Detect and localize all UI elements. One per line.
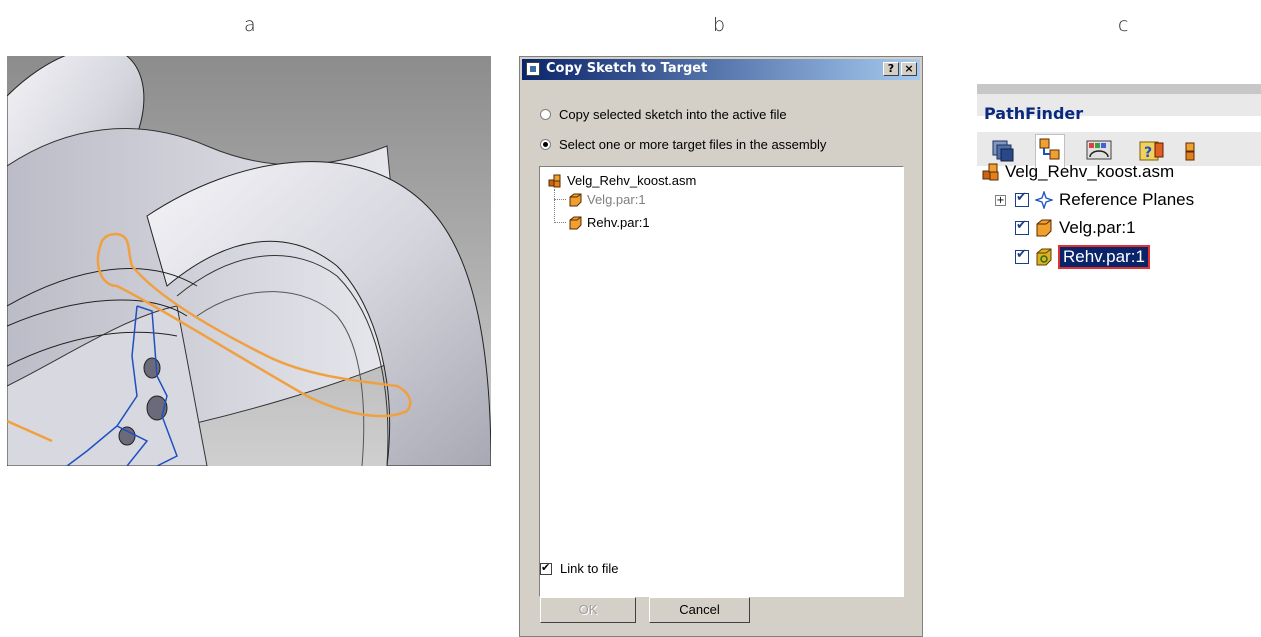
copy-sketch-dialog: Copy Sketch to Target ? × Copy selected …	[519, 56, 923, 637]
radio-copy-active[interactable]	[540, 109, 551, 120]
pf-item-velg[interactable]: Velg.par:1	[1015, 218, 1136, 238]
pf-tree-root-label: Velg_Rehv_koost.asm	[1005, 162, 1175, 181]
tab-help[interactable]: ?	[1137, 137, 1165, 165]
dialog-app-icon	[526, 62, 540, 76]
svg-text:?: ?	[1144, 145, 1152, 161]
reference-planes-icon	[1035, 191, 1053, 209]
parts-icon	[1185, 142, 1195, 161]
dialog-title: Copy Sketch to Target	[546, 61, 708, 76]
panel-label-c: c	[1118, 14, 1129, 36]
dialog-titlebar[interactable]: Copy Sketch to Target ? ×	[522, 59, 920, 80]
tree-root[interactable]: Velg_Rehv_koost.asm	[548, 173, 696, 188]
tree-item-rehv-label: Rehv.par:1	[587, 215, 650, 230]
tree-item-velg-label: Velg.par:1	[587, 192, 646, 207]
tree-item-rehv[interactable]: Rehv.par:1	[568, 215, 650, 230]
pf-item-reference-planes-label: Reference Planes	[1059, 190, 1195, 209]
option-select-targets-label: Select one or more target files in the a…	[559, 137, 827, 152]
part-icon	[1036, 219, 1052, 237]
tree-item-velg[interactable]: Velg.par:1	[568, 192, 646, 207]
tab-assembly[interactable]	[990, 137, 1018, 165]
panel-label-a: a	[244, 14, 256, 36]
pathfinder-tabs	[977, 132, 1261, 166]
tab-more[interactable]	[1183, 137, 1211, 165]
close-button[interactable]: ×	[901, 62, 917, 76]
cancel-button[interactable]: Cancel	[649, 597, 750, 623]
link-to-file-option[interactable]: Link to file	[540, 561, 619, 576]
tree-root-label: Velg_Rehv_koost.asm	[567, 173, 697, 188]
link-to-file-label: Link to file	[560, 561, 619, 576]
assembly-icon	[548, 174, 561, 187]
pf-item-rehv-label: Rehv.par:1	[1058, 245, 1150, 269]
pf-checkbox-reference-planes[interactable]	[1015, 190, 1029, 207]
cad-viewport[interactable]	[7, 56, 491, 466]
assembly-icon	[982, 163, 999, 181]
help-button[interactable]: ?	[883, 62, 899, 76]
pf-tree-root[interactable]: Velg_Rehv_koost.asm	[982, 162, 1174, 182]
active-part-icon	[1036, 248, 1052, 266]
pf-item-velg-label: Velg.par:1	[1059, 218, 1136, 237]
help-icon: ?	[1139, 141, 1164, 161]
layers-icon	[992, 140, 1014, 162]
option-copy-active[interactable]: Copy selected sketch into the active fil…	[540, 107, 787, 122]
part-icon	[569, 216, 582, 229]
link-to-file-checkbox[interactable]	[540, 561, 552, 575]
option-copy-active-label: Copy selected sketch into the active fil…	[559, 107, 787, 122]
radio-select-targets[interactable]	[540, 139, 551, 150]
pf-checkbox-velg[interactable]	[1015, 218, 1029, 235]
ok-button[interactable]: OK	[540, 597, 636, 623]
part-icon	[569, 193, 582, 206]
tree-icon	[1039, 138, 1060, 160]
pathfinder-title: PathFinder	[984, 104, 1084, 123]
panel-label-b: b	[713, 14, 726, 36]
display-icon	[1086, 140, 1112, 160]
option-select-targets[interactable]: Select one or more target files in the a…	[540, 137, 826, 152]
bolt-hole	[118, 426, 136, 446]
tab-display[interactable]	[1085, 137, 1113, 165]
pf-item-rehv[interactable]: Rehv.par:1	[1015, 245, 1150, 269]
expand-icon[interactable]: +	[995, 194, 1006, 206]
target-files-tree[interactable]: Velg_Rehv_koost.asm Velg.par:1 Rehv.par:…	[539, 166, 904, 597]
pf-checkbox-rehv[interactable]	[1015, 247, 1029, 264]
pathfinder-panel: PathFinder ? Velg_Rehv_koost.asm + ✔ Ref…	[977, 84, 1261, 310]
pf-item-reference-planes[interactable]: + Reference Planes	[995, 190, 1194, 210]
